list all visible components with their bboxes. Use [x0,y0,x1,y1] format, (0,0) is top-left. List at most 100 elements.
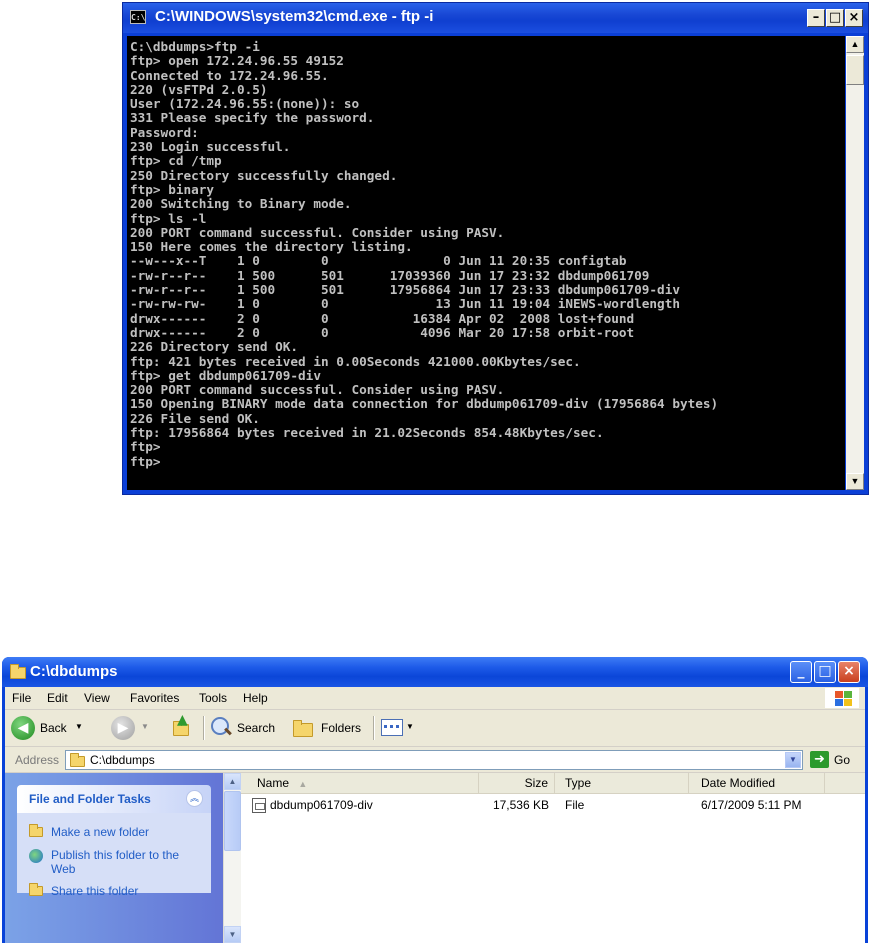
task-share-folder[interactable]: Share this folder [29,883,139,898]
toolbar-separator [373,716,375,740]
address-input[interactable]: C:\dbdumps ▼ [65,750,803,770]
forward-button[interactable]: ▶ ▼ [111,710,155,746]
scroll-down-button[interactable]: ▼ [224,926,241,943]
triangle-down-icon: ▼ [228,930,237,939]
scroll-up-button[interactable]: ▲ [224,773,241,790]
menu-bar: File Edit View Favorites Tools Help [5,687,865,710]
collapse-chevron-icon[interactable]: ︽ [186,790,203,807]
cmd-window: C:\ C:\WINDOWS\system32\cmd.exe - ftp -i… [122,2,869,495]
chevron-down-icon[interactable]: ▼ [75,722,83,731]
column-size[interactable]: Size [479,773,555,793]
console-icon: C:\ [130,10,146,24]
minimize-button[interactable]: _ [790,661,812,683]
file-size: 17,536 KB [492,798,549,812]
views-button[interactable]: ▼ [381,710,421,746]
column-date-modified[interactable]: Date Modified [689,773,825,793]
scroll-up-button[interactable]: ▲ [846,36,864,53]
triangle-up-icon: ▲ [850,39,860,49]
go-arrow-icon[interactable]: ➜ [810,751,829,768]
folders-button[interactable]: Folders [291,710,367,746]
up-arrow-icon: ▲ [177,712,188,728]
menu-file[interactable]: File [12,691,31,705]
task-label: Make a new folder [51,825,150,839]
address-bar: Address C:\dbdumps ▼ ➜ Go [5,748,865,773]
globe-icon [29,849,43,863]
folder-icon [10,664,26,679]
column-size-label: Size [524,776,548,790]
file-date-modified: 6/17/2009 5:11 PM [701,798,802,812]
console-scrollbar[interactable]: ▲ ▼ [846,36,864,490]
forward-arrow-icon: ▶ [111,716,135,740]
task-header-label: File and Folder Tasks [29,792,151,806]
chevron-down-icon[interactable]: ▼ [406,722,414,731]
task-make-new-folder[interactable]: Make a new folder [29,824,150,839]
menu-tools[interactable]: Tools [199,691,227,705]
address-dropdown-button[interactable]: ▼ [785,752,801,768]
table-row[interactable]: dbdump061709-div 17,536 KB File 6/17/200… [241,797,865,815]
close-button[interactable]: × [845,9,863,27]
explorer-client: File Edit View Favorites Tools Help ◀ Ba… [5,687,865,943]
maximize-button[interactable]: □ [814,661,836,683]
column-type[interactable]: Type [555,773,689,793]
new-folder-icon [29,824,43,837]
column-header-row: Name ▲ Size Type Date Modified [241,773,865,794]
minimize-icon: _ [797,663,805,679]
task-pane: File and Folder Tasks ︽ Make a new folde… [5,773,223,943]
close-icon: × [848,10,860,25]
menu-view[interactable]: View [84,691,110,705]
file-icon [252,798,266,813]
scroll-down-button[interactable]: ▼ [846,473,864,490]
console-text: C:\dbdumps>ftp -i ftp> open 172.24.96.55… [130,39,719,469]
folder-icon [293,720,313,737]
column-type-label: Type [565,776,592,790]
maximize-icon: □ [828,10,842,25]
task-publish-folder[interactable]: Publish this folder to the Web [29,848,191,876]
cmd-title-bar[interactable]: C:\ C:\WINDOWS\system32\cmd.exe - ftp -i… [123,3,868,33]
task-label: Publish this folder to the Web [51,848,180,876]
scroll-thumb[interactable] [224,791,241,851]
menu-help[interactable]: Help [243,691,268,705]
minimize-icon: – [812,10,820,25]
folders-label: Folders [321,721,362,735]
column-date-label: Date Modified [701,776,776,790]
folder-icon [70,753,85,767]
explorer-window-title: C:\dbdumps [30,663,118,680]
maximize-button[interactable]: □ [826,9,844,27]
chevron-down-icon: ▼ [789,755,797,764]
back-arrow-icon: ◀ [11,716,35,740]
column-name-label: Name [257,776,290,790]
minimize-button[interactable]: – [807,9,825,27]
console-output-area[interactable]: C:\dbdumps>ftp -i ftp> open 172.24.96.55… [127,36,845,490]
triangle-down-icon: ▼ [850,476,860,486]
go-button[interactable]: Go [834,753,850,767]
sort-ascending-icon: ▲ [298,779,308,789]
chevron-down-icon[interactable]: ▼ [141,722,149,731]
menu-favorites[interactable]: Favorites [130,691,179,705]
triangle-up-icon: ▲ [228,777,237,786]
file-folder-tasks-header[interactable]: File and Folder Tasks ︽ [17,785,211,813]
search-label: Search [237,721,276,735]
task-pane-scrollbar[interactable]: ▲ ▼ [223,773,241,943]
close-button[interactable]: × [838,661,860,683]
search-button[interactable]: Search [211,710,285,746]
column-name[interactable]: Name ▲ [241,773,479,793]
address-value: C:\dbdumps [90,753,155,767]
share-folder-icon [29,883,43,896]
explorer-window: C:\dbdumps _ □ × File Edit View Favorite… [2,657,868,943]
task-list: Make a new folder Publish this folder to… [17,813,211,898]
back-button[interactable]: ◀ Back ▼ [11,710,103,746]
toolbar-separator [203,716,205,740]
up-button[interactable]: ▲ [171,710,197,746]
task-label: Share this folder [51,884,139,898]
explorer-content: File and Folder Tasks ︽ Make a new folde… [5,773,865,943]
maximize-icon: □ [818,663,832,679]
menu-edit[interactable]: Edit [47,691,68,705]
file-type: File [565,798,585,812]
windows-logo-icon [825,688,859,708]
scroll-thumb[interactable] [846,55,864,85]
file-list: Name ▲ Size Type Date Modified dbdump061… [241,773,865,943]
address-label: Address [15,753,60,767]
file-name: dbdump061709-div [270,798,373,812]
explorer-title-bar[interactable]: C:\dbdumps _ □ × [2,657,868,687]
cmd-window-title: C:\WINDOWS\system32\cmd.exe - ftp -i [155,8,434,25]
